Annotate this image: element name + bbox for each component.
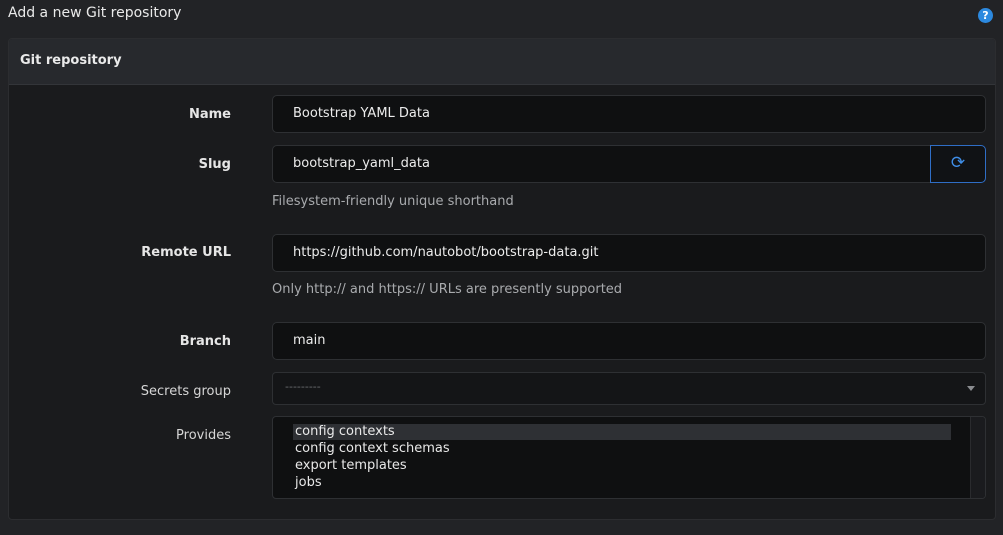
page-title: Add a new Git repository: [8, 5, 182, 21]
panel-heading: Git repository: [9, 39, 995, 85]
slug-help-text: Filesystem-friendly unique shorthand: [272, 194, 514, 209]
secrets-group-label: Secrets group: [140, 384, 231, 399]
git-repository-panel: Git repository Name Bootstrap YAML Data …: [8, 38, 996, 520]
remote-url-label: Remote URL: [141, 245, 231, 260]
slug-input[interactable]: bootstrap_yaml_data: [272, 145, 931, 183]
page-header: Add a new Git repository ?: [0, 0, 1003, 30]
secrets-group-placeholder: ---------: [285, 380, 321, 393]
multiselect-scrollbar[interactable]: [970, 417, 985, 498]
caret-down-icon: [967, 386, 975, 391]
branch-input[interactable]: main: [272, 322, 986, 360]
name-label: Name: [188, 107, 231, 122]
regenerate-slug-button[interactable]: ⟳: [930, 145, 986, 183]
branch-label: Branch: [179, 334, 231, 349]
remote-url-input[interactable]: https://github.com/nautobot/bootstrap-da…: [272, 234, 986, 272]
provides-label: Provides: [176, 428, 231, 443]
provides-option[interactable]: config context schemas: [293, 441, 951, 457]
name-input[interactable]: Bootstrap YAML Data: [272, 95, 986, 133]
provides-option[interactable]: jobs: [293, 475, 951, 491]
remote-url-help-text: Only http:// and https:// URLs are prese…: [272, 282, 623, 297]
help-icon[interactable]: ?: [978, 8, 993, 23]
slug-label: Slug: [198, 157, 231, 172]
provides-option[interactable]: export templates: [293, 458, 951, 474]
secrets-group-select[interactable]: ---------: [272, 372, 986, 405]
provides-multiselect[interactable]: config contexts config context schemas e…: [272, 416, 986, 499]
panel-title: Git repository: [20, 53, 122, 68]
provides-option[interactable]: config contexts: [293, 424, 951, 440]
refresh-icon: ⟳: [950, 153, 966, 173]
